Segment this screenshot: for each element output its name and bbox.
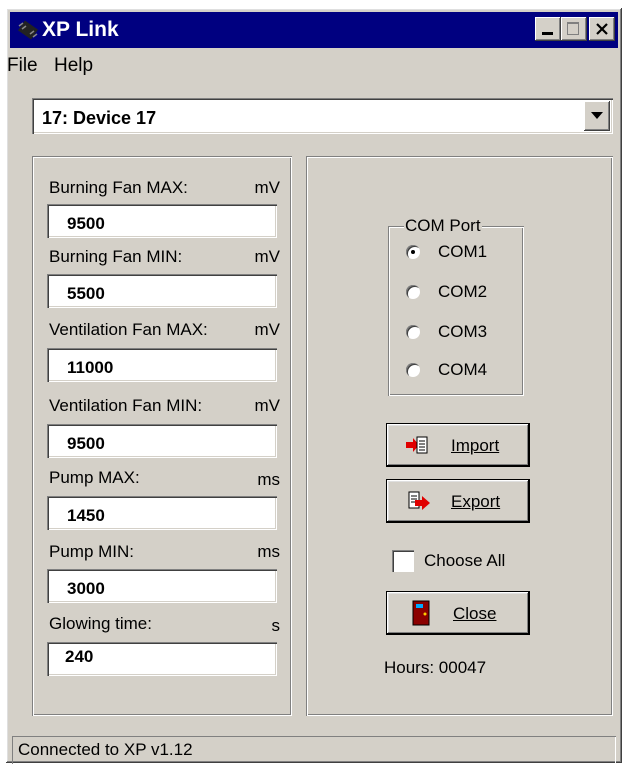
- param-label-pump-max: Pump MAX:: [49, 468, 140, 487]
- export-button-label: Export: [451, 492, 501, 511]
- close-button-label: Close: [453, 604, 497, 623]
- radio-circle-icon: [406, 363, 420, 377]
- param-unit-ventilation-fan-max: mV: [254, 320, 281, 339]
- ventilation-fan-max-input[interactable]: 11000: [47, 348, 277, 382]
- choose-all-label: Choose All: [424, 551, 506, 570]
- radio-com2-label: COM2: [438, 282, 488, 301]
- parameters-group: Burning Fan MAX: mV 9500 Burning Fan MIN…: [32, 156, 292, 716]
- status-bar: Connected to XP v1.12: [12, 736, 616, 764]
- choose-all-checkbox[interactable]: [392, 550, 414, 572]
- param-label-pump-min: Pump MIN:: [49, 542, 135, 561]
- hours-readout: Hours: 00047: [384, 658, 487, 677]
- param-label-glowing-time: Glowing time:: [49, 614, 152, 633]
- chevron-down-icon: [591, 112, 603, 119]
- pump-min-value: 3000: [67, 579, 105, 598]
- burning-fan-max-value: 9500: [67, 214, 105, 233]
- device-select[interactable]: 17: Device 17: [32, 98, 613, 134]
- radio-com1-label: COM1: [438, 242, 488, 261]
- param-unit-glowing-time: s: [271, 616, 281, 635]
- burning-fan-min-value: 5500: [67, 284, 105, 303]
- ventilation-fan-min-input[interactable]: 9500: [47, 424, 277, 458]
- export-button[interactable]: Export: [387, 480, 529, 522]
- menu-file[interactable]: File: [7, 55, 38, 77]
- device-select-dropdown-button[interactable]: [584, 101, 610, 131]
- maximize-button[interactable]: [561, 17, 587, 41]
- ventilation-fan-max-value: 11000: [67, 358, 114, 377]
- door-icon: [412, 600, 430, 626]
- device-select-value: 17: Device 17: [42, 108, 157, 128]
- glowing-time-value: 240: [65, 647, 94, 666]
- param-label-burning-fan-max: Burning Fan MAX:: [49, 178, 188, 197]
- app-window: XP Link File Help 17: Device 17 Burning …: [6, 8, 622, 763]
- param-unit-burning-fan-max: mV: [254, 178, 281, 197]
- pump-min-input[interactable]: 3000: [47, 569, 277, 603]
- radio-com4-label: COM4: [438, 360, 488, 379]
- param-unit-ventilation-fan-min: mV: [254, 396, 281, 415]
- com-port-title: COM Port: [404, 216, 482, 236]
- com-port-group: COM Port COM1 COM2 COM3 COM4: [388, 216, 524, 396]
- minimize-icon: [542, 32, 553, 35]
- burning-fan-max-input[interactable]: 9500: [47, 204, 277, 238]
- glowing-time-input[interactable]: 240: [47, 642, 277, 676]
- close-window-button[interactable]: [589, 17, 615, 41]
- import-button-label: Import: [451, 436, 500, 455]
- ventilation-fan-min-value: 9500: [67, 434, 105, 453]
- radio-com3-label: COM3: [438, 322, 488, 341]
- import-icon: [406, 436, 428, 454]
- param-label-ventilation-fan-min: Ventilation Fan MIN:: [49, 396, 203, 415]
- export-icon: [408, 491, 430, 510]
- radio-circle-icon: [406, 325, 420, 339]
- burning-fan-min-input[interactable]: 5500: [47, 274, 277, 308]
- pump-max-value: 1450: [67, 506, 105, 525]
- param-unit-pump-max: ms: [257, 470, 280, 489]
- status-text: Connected to XP v1.12: [18, 740, 193, 759]
- param-label-burning-fan-min: Burning Fan MIN:: [49, 247, 183, 266]
- maximize-icon: [567, 22, 579, 35]
- title-bar[interactable]: XP Link: [10, 12, 618, 48]
- param-unit-burning-fan-min: mV: [254, 247, 281, 266]
- menu-help[interactable]: Help: [54, 55, 93, 77]
- close-icon: [596, 23, 608, 35]
- minimize-button[interactable]: [535, 17, 561, 41]
- close-button[interactable]: Close: [387, 592, 529, 634]
- param-unit-pump-min: ms: [257, 542, 280, 561]
- window-title: XP Link: [42, 18, 119, 41]
- chip-icon: [18, 20, 38, 40]
- menu-bar: File Help: [7, 50, 618, 80]
- radio-circle-icon: [406, 245, 420, 259]
- radio-circle-icon: [406, 285, 420, 299]
- pump-max-input[interactable]: 1450: [47, 496, 277, 530]
- param-label-ventilation-fan-max: Ventilation Fan MAX:: [49, 320, 208, 339]
- import-button[interactable]: Import: [387, 424, 529, 466]
